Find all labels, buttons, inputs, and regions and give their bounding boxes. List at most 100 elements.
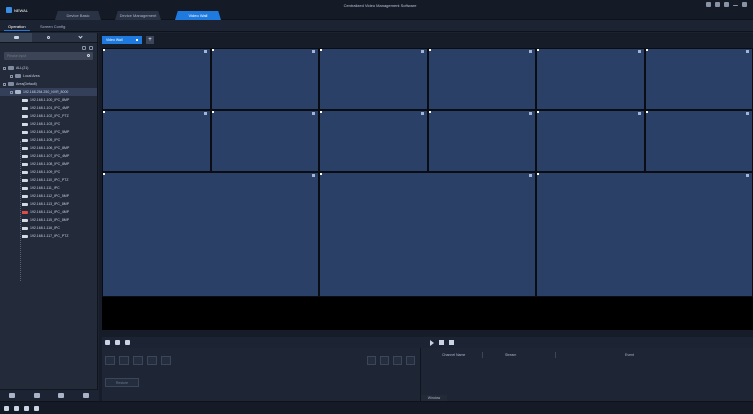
video-pane[interactable] [427, 48, 536, 110]
video-pane[interactable] [427, 110, 536, 172]
col-channel-name[interactable]: Channel Name [442, 351, 465, 359]
tree-item[interactable]: 192.168.1.108_IPC_8MP [0, 160, 97, 168]
layout-custom-button[interactable] [161, 356, 171, 365]
settings-icon[interactable] [724, 2, 729, 7]
tree-item[interactable]: 192.168.1.114_IPC_4MP [0, 208, 97, 216]
action-1-button[interactable] [367, 356, 376, 365]
layout-icon[interactable] [125, 340, 130, 345]
split-icon[interactable] [449, 340, 454, 345]
video-pane[interactable] [210, 48, 319, 110]
action-4-button[interactable] [406, 356, 415, 365]
alarm-icon[interactable] [14, 405, 19, 411]
camera-icon [22, 106, 28, 110]
close-icon[interactable] [742, 2, 747, 7]
add-icon[interactable] [9, 393, 16, 398]
edit-icon[interactable] [115, 340, 120, 345]
save-icon[interactable] [105, 340, 110, 345]
camera-icon [22, 154, 28, 158]
tree-item[interactable]: 192.168.1.101_IPC_4MP [0, 104, 97, 112]
layout-1-button[interactable] [105, 356, 115, 365]
tab-device-basic[interactable]: Device Basic [55, 11, 101, 20]
col-event[interactable]: Event [625, 351, 634, 359]
tree-item[interactable]: 192.168.1.103_IPC [0, 120, 97, 128]
camera-icon[interactable] [33, 393, 40, 398]
tree-item[interactable]: 192.168.1.117_IPC_PTZ [0, 232, 97, 240]
action-3-button[interactable] [393, 356, 402, 365]
camera-icon [22, 178, 28, 182]
expand-toggle-icon[interactable] [3, 66, 6, 70]
tree-item[interactable]: 192.168.1.113_IPC_8MP [0, 200, 97, 208]
tab-collapse[interactable] [64, 33, 97, 42]
tree-item[interactable]: Local Area [0, 72, 97, 80]
tab-video-wall[interactable]: Video Wall [175, 11, 221, 20]
tree-item[interactable]: 192.168.1.110_IPC_PTZ [0, 176, 97, 184]
video-pane[interactable] [319, 48, 428, 110]
tree-item[interactable]: 192.168.1.104_IPC_5MP [0, 128, 97, 136]
device-tree: ALL(21) Local Area Area(Default) 192.168.25… [0, 64, 97, 240]
stop-icon[interactable] [439, 340, 444, 345]
video-pane[interactable] [210, 110, 319, 172]
video-pane[interactable] [319, 110, 428, 172]
tab-view[interactable] [32, 33, 65, 42]
tree-item[interactable]: 192.168.254.250_NVR_8000 [0, 88, 97, 96]
refresh-icon[interactable] [82, 45, 86, 50]
video-pane[interactable] [102, 48, 211, 110]
video-pane[interactable] [319, 172, 536, 297]
expand-icon[interactable] [89, 45, 93, 50]
pane-index-icon [203, 50, 207, 53]
video-pane[interactable] [102, 110, 211, 172]
tree-item[interactable]: ALL(21) [0, 64, 97, 72]
layout-9-button[interactable] [133, 356, 143, 365]
wall-tab-label: Video Wall [106, 38, 123, 42]
pane-marker-icon [103, 49, 105, 51]
tab-device-management[interactable]: Device Management [115, 11, 161, 20]
group-icon[interactable] [58, 393, 65, 398]
tree-item[interactable]: 192.168.1.106_IPC_8MP [0, 144, 97, 152]
wall-tab[interactable]: Video Wall [102, 36, 142, 44]
tree-item[interactable]: 192.168.1.116_IPC [0, 224, 97, 232]
subtab-screen-config[interactable]: Screen Config [36, 22, 69, 31]
tree-item[interactable]: 192.168.1.112_IPC_5MP [0, 192, 97, 200]
action-2-button[interactable] [380, 356, 389, 365]
close-tab-icon[interactable] [136, 39, 138, 41]
tree-item[interactable]: Area(Default) [0, 80, 97, 88]
more-icon[interactable] [82, 393, 89, 398]
log-icon[interactable] [24, 405, 29, 411]
play-icon[interactable] [430, 339, 434, 346]
tree-item[interactable]: 192.168.1.115_IPC_8MP [0, 216, 97, 224]
expand-toggle-icon[interactable] [3, 82, 6, 86]
subtab-operation[interactable]: Operation [4, 22, 30, 31]
grid-icon[interactable] [4, 405, 9, 411]
tab-device-tree[interactable] [0, 33, 33, 42]
user-icon[interactable] [706, 2, 711, 7]
tree-item[interactable]: 192.168.1.109_IPC [0, 168, 97, 176]
layout-16-button[interactable] [147, 356, 157, 365]
expand-toggle-icon[interactable] [10, 90, 13, 94]
tree-item[interactable]: 192.168.1.100_IPC_8MP [0, 96, 97, 104]
tree-item[interactable]: 192.168.1.107_IPC_4MP [0, 152, 97, 160]
device-search-input[interactable] [7, 54, 87, 58]
search-icon[interactable] [87, 54, 90, 57]
video-pane[interactable] [644, 110, 753, 172]
video-pane[interactable] [644, 48, 753, 110]
video-pane[interactable] [536, 110, 645, 172]
logo-text: NEWAL [14, 7, 29, 13]
expand-toggle-icon[interactable] [10, 74, 13, 78]
tree-item[interactable]: 192.168.1.105_IPC [0, 136, 97, 144]
restore-button[interactable]: Restore [105, 378, 139, 387]
tree-item[interactable]: 192.168.1.111_IPC [0, 184, 97, 192]
col-stream[interactable]: Stream [505, 351, 516, 359]
user-icon[interactable] [34, 405, 39, 411]
video-pane[interactable] [536, 48, 645, 110]
video-pane[interactable] [536, 172, 753, 297]
camera-icon [22, 122, 28, 126]
video-pane[interactable] [102, 172, 319, 297]
minimize-icon[interactable] [733, 5, 738, 6]
layout-4-button[interactable] [119, 356, 129, 365]
pane-index-icon [746, 50, 749, 53]
tree-item[interactable]: 192.168.1.102_IPC_PTZ [0, 112, 97, 120]
add-wall-button[interactable]: + [146, 36, 154, 44]
camera-icon [22, 186, 28, 190]
lock-icon[interactable] [715, 2, 720, 7]
tree-item-label: ALL(21) [16, 66, 29, 70]
